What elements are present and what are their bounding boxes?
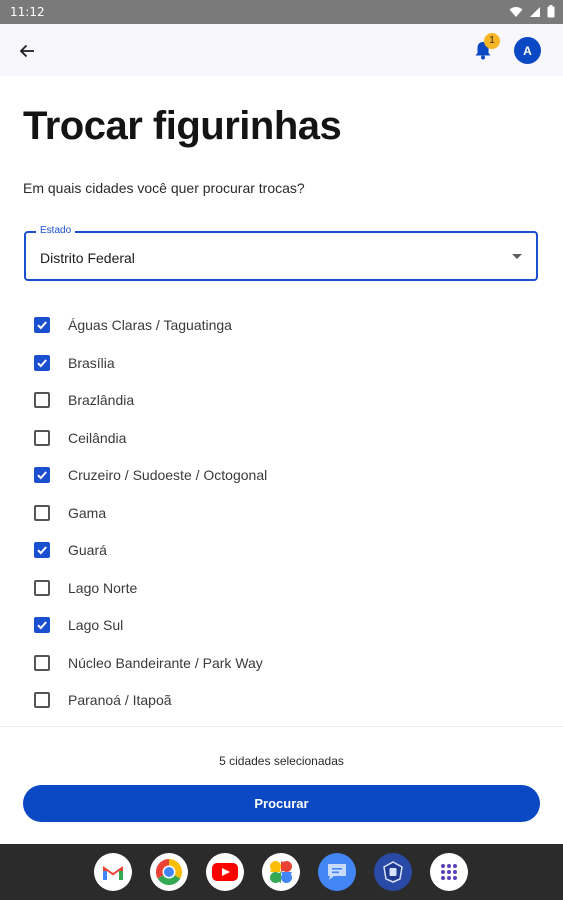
app-bar: 1 A [0,24,563,76]
messages-icon[interactable] [318,853,356,891]
status-time: 11:12 [10,5,45,19]
signal-icon [530,6,540,17]
checkmark-icon [37,321,47,330]
city-option[interactable]: Ceilândia [0,419,563,457]
city-option-label: Guará [68,542,107,558]
checkbox-unchecked[interactable] [34,504,50,521]
search-button[interactable]: Procurar [23,785,540,822]
city-option[interactable]: Lago Sul [0,606,563,644]
checkbox-unchecked[interactable] [34,429,50,446]
bottom-panel: 5 cidades selecionadas Procurar [0,726,563,845]
page-subtitle: Em quais cidades você quer procurar troc… [23,180,305,196]
battery-icon [547,5,555,18]
chrome-icon[interactable] [150,853,188,891]
state-select-value: Distrito Federal [40,250,135,266]
photos-icon[interactable] [262,853,300,891]
navigation-bar [0,844,563,900]
city-option[interactable]: Gama [0,494,563,532]
checkmark-icon [37,621,47,630]
page-title: Trocar figurinhas [23,104,342,148]
city-list: Águas Claras / Taguatinga Brasília Brazlân… [0,306,563,719]
city-option[interactable]: Paranoá / Itapoã [0,681,563,719]
city-option-label: Brasília [68,354,115,371]
city-option[interactable]: Cruzeiro / Sudoeste / Octogonal [0,456,563,494]
arrow-back-icon [19,44,34,58]
youtube-icon[interactable] [206,853,244,891]
city-option-label: Lago Sul [68,617,124,633]
checkbox-checked[interactable] [34,467,50,483]
city-option-label: Paranoá / Itapoã [68,692,172,708]
gmail-icon[interactable] [94,853,132,891]
wifi-icon [509,6,523,17]
sticker-app-icon[interactable] [374,853,412,891]
city-option-label: Lago Norte [68,579,138,596]
checkbox-unchecked[interactable] [34,692,50,708]
city-option[interactable]: Lago Norte [0,569,563,607]
city-option-label: Ceilândia [68,429,127,446]
back-button[interactable] [14,38,40,64]
city-option-label: Núcleo Bandeirante / Park Way [68,654,263,671]
checkbox-checked[interactable] [34,317,50,333]
dropdown-arrow-icon [512,254,522,259]
city-option[interactable]: Núcleo Bandeirante / Park Way [0,644,563,682]
city-option[interactable]: Brasília [0,344,563,382]
state-select[interactable]: Estado Distrito Federal [24,225,538,281]
checkmark-icon [37,358,47,367]
checkbox-unchecked[interactable] [34,392,50,408]
checkmark-icon [37,546,47,555]
avatar[interactable]: A [514,37,541,64]
city-option[interactable]: Brazlândia [0,381,563,419]
status-bar: 11:12 [0,0,563,24]
checkbox-checked[interactable] [34,354,50,371]
checkbox-checked[interactable] [34,617,50,633]
city-option-label: Águas Claras / Taguatinga [68,317,232,333]
city-option-label: Brazlândia [68,392,135,408]
checkbox-checked[interactable] [34,542,50,558]
notification-badge: 1 [484,33,500,49]
city-option[interactable]: Guará [0,531,563,569]
city-option-label: Gama [68,504,107,521]
city-option[interactable]: Águas Claras / Taguatinga [0,306,563,344]
checkbox-unchecked[interactable] [34,654,50,671]
state-select-label: Estado [36,225,76,236]
checkmark-icon [37,471,47,480]
status-icons [509,5,555,18]
checkbox-unchecked[interactable] [34,579,50,596]
selected-count: 5 cidades selecionadas [219,754,344,768]
app-drawer-icon[interactable] [430,853,468,891]
city-option-label: Cruzeiro / Sudoeste / Octogonal [68,467,268,483]
